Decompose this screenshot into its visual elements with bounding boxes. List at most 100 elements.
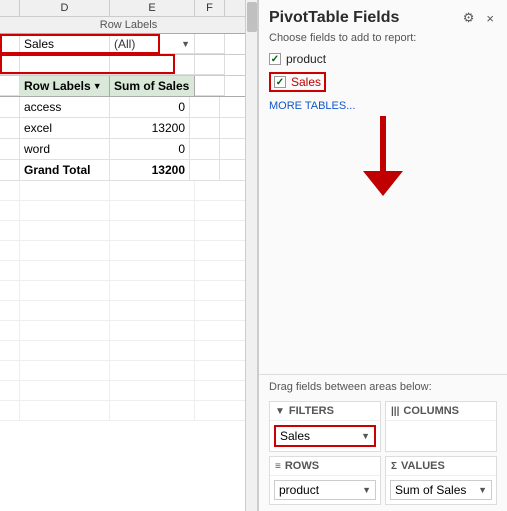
col-f-header: F	[195, 0, 225, 16]
rows-label: ROWS	[285, 460, 319, 472]
area-columns-content	[386, 421, 496, 425]
rows-icon: ≡	[275, 461, 281, 472]
spreadsheet-area: D E F Row Labels Sales (All) ▼	[0, 0, 258, 511]
pivot-header-row: Row Labels ▼ Sum of Sales	[0, 76, 257, 97]
row-extra-gt	[190, 160, 220, 180]
pivot-panel: PivotTable Fields ⚙ × Choose fields to a…	[258, 0, 507, 511]
pivot-header-empty	[195, 76, 225, 96]
values-dropdown[interactable]: Sum of Sales ▼	[390, 480, 492, 500]
columns-icon: |||	[391, 406, 399, 417]
close-icon[interactable]: ×	[483, 9, 497, 28]
empty-row	[0, 55, 257, 76]
row-extra-2	[190, 118, 220, 138]
panel-title: PivotTable Fields	[269, 9, 399, 27]
filters-dropdown[interactable]: Sales ▼	[274, 425, 376, 447]
checkmark-sales: ✓	[276, 77, 284, 88]
sales-red-outline-box: ✓ Sales	[269, 72, 326, 92]
filter-value-cell[interactable]: (All) ▼	[110, 34, 195, 54]
pivot-row-label-dropdown[interactable]: ▼	[93, 81, 102, 91]
area-rows-content: product ▼	[270, 476, 380, 504]
field-label-sales: Sales	[291, 75, 321, 89]
pivot-header-sum-label: Sum of Sales	[110, 76, 195, 96]
area-values: Σ VALUES Sum of Sales ▼	[385, 456, 497, 505]
table-row: word 0	[0, 139, 257, 160]
grand-total-label: Grand Total	[20, 160, 110, 180]
empty-filler-row	[0, 341, 257, 361]
filters-label: FILTERS	[289, 405, 334, 417]
filter-empty-f	[195, 34, 225, 54]
row-label-excel: excel	[20, 118, 110, 138]
empty-filler-row	[0, 201, 257, 221]
field-checkbox-product[interactable]: ✓	[269, 53, 281, 65]
row-num-2	[0, 118, 20, 138]
rows-dropdown-value: product	[279, 483, 319, 497]
area-columns: ||| COLUMNS	[385, 401, 497, 452]
field-checkbox-sales[interactable]: ✓	[274, 76, 286, 88]
empty-filler-row	[0, 301, 257, 321]
pivot-header-row-label[interactable]: Row Labels ▼	[20, 76, 110, 96]
row-num-3	[0, 139, 20, 159]
panel-subtitle: Choose fields to add to report:	[259, 32, 507, 50]
row-number-col	[0, 0, 20, 16]
filter-dropdown-arrow[interactable]: ▼	[181, 39, 190, 49]
area-values-content: Sum of Sales ▼	[386, 476, 496, 504]
row-extra-1	[190, 97, 220, 117]
area-filters-header: ▼ FILTERS	[270, 402, 380, 421]
filter-row: Sales (All) ▼	[0, 34, 257, 55]
panel-header: PivotTable Fields ⚙ ×	[259, 0, 507, 32]
row-num-filter	[0, 34, 20, 54]
area-values-header: Σ VALUES	[386, 457, 496, 476]
empty-filler-row	[0, 401, 257, 421]
area-columns-header: ||| COLUMNS	[386, 402, 496, 421]
values-label: VALUES	[401, 460, 445, 472]
rows-dropdown[interactable]: product ▼	[274, 480, 376, 500]
col-e-header: E	[110, 0, 195, 16]
values-dropdown-value: Sum of Sales	[395, 483, 466, 497]
empty-filler-row	[0, 361, 257, 381]
area-filters: ▼ FILTERS Sales ▼	[269, 401, 381, 452]
values-dropdown-arrow[interactable]: ▼	[478, 485, 487, 495]
row-value-word: 0	[110, 139, 190, 159]
scrollbar-thumb[interactable]	[247, 2, 257, 32]
table-row: excel 13200	[0, 118, 257, 139]
empty-filler-row	[0, 181, 257, 201]
more-tables-link[interactable]: MORE TABLES...	[259, 96, 507, 116]
empty-filler-row	[0, 381, 257, 401]
area-rows: ≡ ROWS product ▼	[269, 456, 381, 505]
field-item-product[interactable]: ✓ product	[269, 50, 497, 68]
row-value-access: 0	[110, 97, 190, 117]
rows-dropdown-arrow[interactable]: ▼	[362, 485, 371, 495]
grand-total-row: Grand Total 13200	[0, 160, 257, 181]
empty-filler-row	[0, 321, 257, 341]
col-headers: D E F	[0, 0, 257, 17]
columns-label: COLUMNS	[403, 405, 459, 417]
pivot-header-rownum	[0, 76, 20, 96]
empty-filler-row	[0, 241, 257, 261]
cells-area: Sales (All) ▼ Row Labels ▼	[0, 34, 257, 421]
row-num-gt	[0, 160, 20, 180]
checkmark-product: ✓	[271, 54, 279, 65]
filters-dropdown-value: Sales	[280, 429, 310, 443]
area-rows-header: ≡ ROWS	[270, 457, 380, 476]
filters-dropdown-arrow[interactable]: ▼	[361, 431, 370, 441]
row-extra-3	[190, 139, 220, 159]
row-num-1	[0, 97, 20, 117]
area-filters-content: Sales ▼	[270, 421, 380, 451]
drag-hint: Drag fields between areas below:	[259, 374, 507, 397]
fields-list: ✓ product ✓ Sales	[259, 50, 507, 96]
empty-rows	[0, 181, 257, 421]
arrow-area	[259, 116, 507, 374]
row-value-excel: 13200	[110, 118, 190, 138]
settings-icon[interactable]: ⚙	[460, 8, 478, 28]
empty-filler-row	[0, 261, 257, 281]
field-item-sales[interactable]: ✓ Sales	[269, 70, 497, 94]
empty-filler-row	[0, 221, 257, 241]
filter-label-cell[interactable]: Sales	[20, 34, 110, 54]
row-label-access: access	[20, 97, 110, 117]
field-label-product: product	[286, 52, 326, 66]
values-icon: Σ	[391, 461, 397, 472]
row-labels-bar: Row Labels	[0, 17, 257, 34]
panel-icons: ⚙ ×	[460, 8, 497, 28]
row-label-word: word	[20, 139, 110, 159]
scrollbar[interactable]	[245, 0, 257, 511]
